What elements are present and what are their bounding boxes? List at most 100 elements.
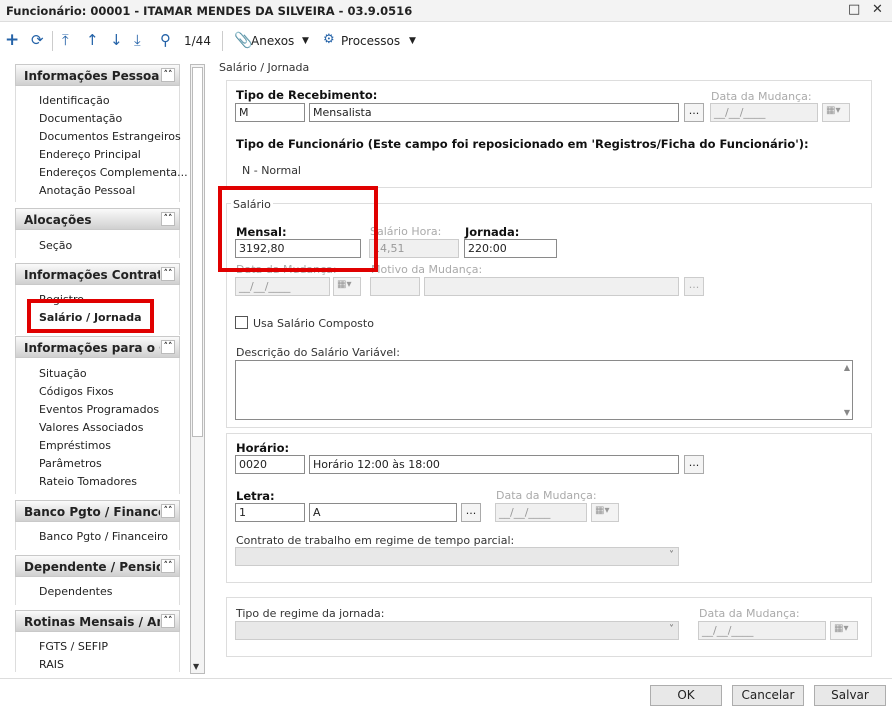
chevron-down-icon[interactable]: ▼: [409, 36, 416, 46]
regime-data-mudanca-label: Data da Mudança:: [699, 607, 800, 620]
sidebar-item-endereco-principal[interactable]: Endereço Principal: [39, 148, 141, 161]
sidebar-item-dependentes[interactable]: Dependentes: [39, 585, 113, 598]
data-mudanca-salario-input[interactable]: __/__/____: [235, 277, 330, 296]
descricao-salario-textarea[interactable]: ▲ ▼: [235, 360, 853, 420]
collapse-icon[interactable]: ˄˄: [161, 559, 175, 573]
window-title: Funcionário: 00001 - ITAMAR MENDES DA SI…: [6, 4, 413, 18]
processos-menu[interactable]: Processos: [341, 34, 400, 48]
last-record-icon[interactable]: ⤓: [134, 32, 141, 48]
sidebar-item-eventos-programados[interactable]: Eventos Programados: [39, 403, 159, 416]
scrollbar-thumb[interactable]: [192, 67, 203, 437]
sidebar-item-documentos-estrangeiros[interactable]: Documentos Estrangeiros: [39, 130, 181, 143]
collapse-icon[interactable]: ˄˄: [161, 504, 175, 518]
minimize-icon[interactable]: □: [848, 2, 860, 17]
contrato-select[interactable]: ˅: [235, 547, 679, 566]
sidebar-item-emprestimos[interactable]: Empréstimos: [39, 439, 111, 452]
calendar-icon[interactable]: ▦▾: [830, 621, 858, 640]
sidebar-group-informacoes-contratuais[interactable]: Informações Contratuai˄˄: [15, 263, 180, 285]
sidebar-group-rotinas-mensais[interactable]: Rotinas Mensais / Anu ˄˄: [15, 610, 180, 632]
toolbar-divider: [222, 31, 223, 51]
chevron-down-icon[interactable]: ▼: [302, 36, 309, 46]
salario-hora-input: 14,51: [369, 239, 459, 258]
letra-data-mudanca-label: Data da Mudança:: [496, 489, 597, 502]
usa-salario-composto-checkbox[interactable]: [235, 316, 248, 329]
collapse-icon[interactable]: ˄˄: [161, 212, 175, 226]
motivo-lookup-button[interactable]: ...: [684, 277, 704, 296]
sidebar-group-alocacoes[interactable]: Alocações ˄˄: [15, 208, 180, 230]
cancel-button[interactable]: Cancelar: [732, 685, 804, 706]
sidebar-item-codigos-fixos[interactable]: Códigos Fixos: [39, 385, 114, 398]
ok-button[interactable]: OK: [650, 685, 722, 706]
motivo-code-input[interactable]: [370, 277, 420, 296]
sidebar-item-parametros[interactable]: Parâmetros: [39, 457, 102, 470]
sidebar-item-enderecos-complementares[interactable]: Endereços Complementa...: [39, 166, 188, 179]
collapse-icon[interactable]: ˄˄: [161, 340, 175, 354]
collapse-icon[interactable]: ˄˄: [161, 267, 175, 281]
letra-code-input[interactable]: 1: [235, 503, 305, 522]
regime-data-mudanca-input[interactable]: __/__/____: [698, 621, 826, 640]
jornada-input[interactable]: 220:00: [464, 239, 557, 258]
calendar-icon[interactable]: ▦▾: [591, 503, 619, 522]
close-icon[interactable]: ✕: [872, 2, 883, 17]
collapse-icon[interactable]: ˄˄: [161, 68, 175, 82]
tipo-funcionario-label: Tipo de Funcionário (Este campo foi repo…: [236, 137, 809, 151]
scroll-down-icon[interactable]: ▼: [844, 408, 850, 417]
toolbar-divider: [52, 31, 53, 51]
previous-record-icon[interactable]: ↑: [86, 32, 99, 48]
regime-select[interactable]: ˅: [235, 621, 679, 640]
sidebar-item-fgts-sefip[interactable]: FGTS / SEFIP: [39, 640, 108, 653]
sidebar-group-informacoes-pessoais[interactable]: Informações Pessoais ˄˄: [15, 64, 180, 86]
footer-divider: [0, 678, 892, 679]
refresh-icon[interactable]: ⟳: [31, 32, 44, 48]
chevron-down-icon: ˅: [669, 624, 674, 635]
sidebar-group-banco-pgto[interactable]: Banco Pgto / Financeir˄˄: [15, 500, 180, 522]
descricao-salario-label: Descrição do Salário Variável:: [236, 346, 400, 359]
highlight-box: [218, 186, 378, 272]
sidebar-item-documentacao[interactable]: Documentação: [39, 112, 122, 125]
sidebar-item-banco-pgto-financeiro[interactable]: Banco Pgto / Financeiro: [39, 530, 168, 543]
horario-lookup-button[interactable]: ...: [684, 455, 704, 474]
save-button[interactable]: Salvar: [814, 685, 886, 706]
data-mudanca-input[interactable]: __/__/____: [710, 103, 818, 122]
scroll-up-icon[interactable]: ▲: [844, 363, 850, 372]
scroll-down-icon[interactable]: ▼: [193, 662, 199, 671]
group-title: Banco Pgto / Financeir: [24, 505, 160, 519]
collapse-icon[interactable]: ˄˄: [161, 614, 175, 628]
letra-desc-input[interactable]: A: [309, 503, 457, 522]
next-record-icon[interactable]: ↓: [110, 32, 123, 48]
sidebar-item-identificacao[interactable]: Identificação: [39, 94, 110, 107]
letra-lookup-button[interactable]: ...: [461, 503, 481, 522]
contrato-label: Contrato de trabalho em regime de tempo …: [236, 534, 515, 547]
toolbar: + ⟳ ⤒ ↑ ↓ ⤓ ⚲ 1/44 📎 Anexos ▼ ⚙ Processo…: [0, 28, 892, 54]
sidebar-item-anotacao-pessoal[interactable]: Anotação Pessoal: [39, 184, 135, 197]
sidebar-item-rateio-tomadores[interactable]: Rateio Tomadores: [39, 475, 137, 488]
letra-data-mudanca-input[interactable]: __/__/____: [495, 503, 587, 522]
group-title: Rotinas Mensais / Anu: [24, 615, 160, 629]
search-icon[interactable]: ⚲: [160, 32, 171, 48]
calendar-icon[interactable]: ▦▾: [333, 277, 361, 296]
sidebar: Informações Pessoais ˄˄ Identificação Doc…: [15, 62, 188, 672]
add-icon[interactable]: +: [5, 32, 19, 49]
horario-code-input[interactable]: 0020: [235, 455, 305, 474]
sidebar-group-dependente-pensionista[interactable]: Dependente / Pensioni˄˄: [15, 555, 180, 577]
sidebar-item-situacao[interactable]: Situação: [39, 367, 87, 380]
horario-desc-input[interactable]: Horário 12:00 às 18:00: [309, 455, 679, 474]
sidebar-item-valores-associados[interactable]: Valores Associados: [39, 421, 143, 434]
tipo-funcionario-value: N - Normal: [242, 164, 301, 177]
sidebar-group-informacoes-calculo[interactable]: Informações para o Cál˄˄: [15, 336, 180, 358]
group-title: Dependente / Pensioni: [24, 560, 160, 574]
calendar-icon[interactable]: ▦▾: [822, 103, 850, 122]
section-title: Salário / Jornada: [219, 61, 310, 74]
sidebar-item-secao[interactable]: Seção: [39, 239, 72, 252]
tipo-recebimento-code-input[interactable]: M: [235, 103, 305, 122]
horario-label: Horário:: [236, 441, 290, 455]
tipo-recebimento-desc-input[interactable]: Mensalista: [309, 103, 679, 122]
paperclip-icon: 📎: [234, 31, 253, 49]
tipo-recebimento-lookup-button[interactable]: ...: [684, 103, 704, 122]
motivo-desc-input[interactable]: [424, 277, 679, 296]
anexos-menu[interactable]: Anexos: [251, 34, 294, 48]
regime-label: Tipo de regime da jornada:: [236, 607, 385, 620]
sidebar-item-rais[interactable]: RAIS: [39, 658, 64, 671]
first-record-icon[interactable]: ⤒: [62, 32, 69, 48]
sidebar-scrollbar[interactable]: ▼: [190, 64, 205, 674]
